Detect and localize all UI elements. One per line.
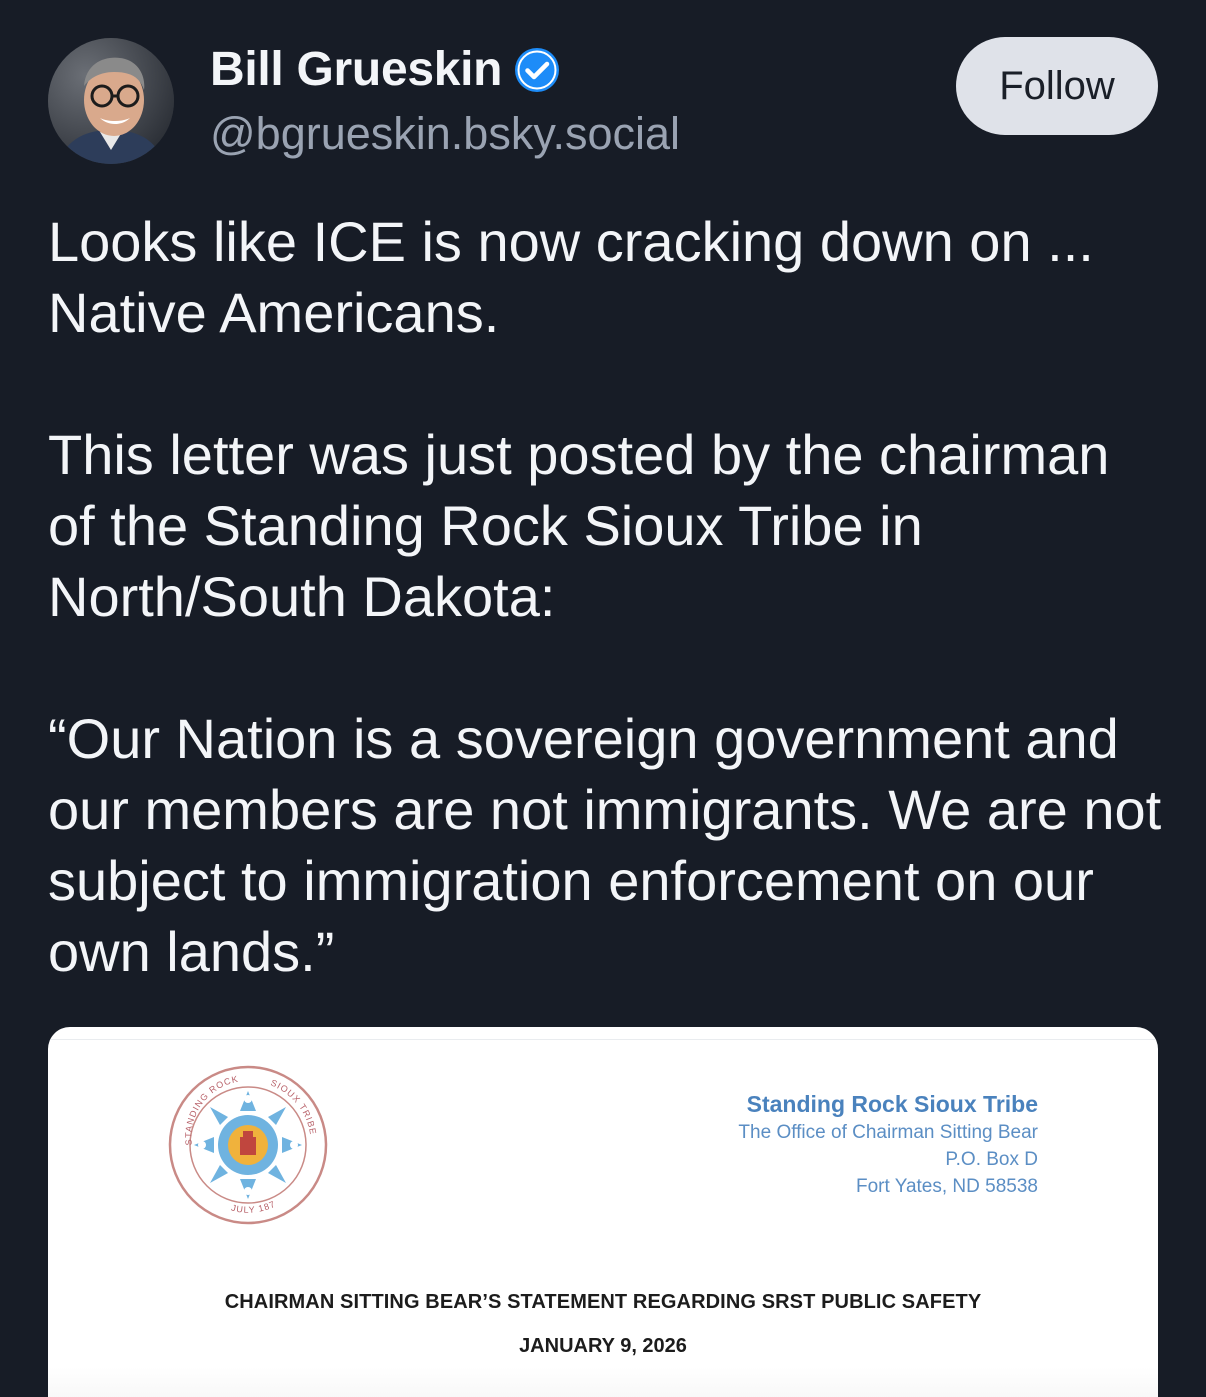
letterhead-org-name: Standing Rock Sioux Tribe [746,1091,1038,1117]
avatar[interactable] [48,38,174,164]
author-name-row[interactable]: Bill Grueskin [210,42,560,97]
tribe-seal-logo: STANDING ROCK SIOUX TRIBE JULY 1873 [166,1063,330,1227]
letterhead-city: Fort Yates, ND 58538 [855,1176,1038,1197]
letter-fade [48,1367,1158,1397]
post-text: Looks like ICE is now cracking down on .… [48,206,1168,987]
statement-date: JANUARY 9, 2026 [519,1335,687,1357]
post: Bill Grueskin @bgrueskin.bsky.social Fol… [0,0,1206,1397]
letterhead: Standing Rock Sioux Tribe The Office of … [738,1089,1038,1200]
author-handle[interactable]: @bgrueskin.bsky.social [210,108,680,160]
letter-image-embed[interactable]: STANDING ROCK SIOUX TRIBE JULY 1873 [48,1027,1158,1397]
post-paragraph-1: Looks like ICE is now cracking down on .… [48,210,1094,344]
letter-border [48,1039,1158,1040]
avatar-image [48,38,174,164]
letterhead-po-box: P.O. Box D [945,1149,1038,1170]
post-paragraph-2: This letter was just posted by the chair… [48,423,1110,628]
author-display-name[interactable]: Bill Grueskin [210,42,502,97]
post-paragraph-3: “Our Nation is a sovereign government an… [48,707,1162,983]
statement-title: CHAIRMAN SITTING BEAR’S STATEMENT REGARD… [224,1291,982,1313]
letterhead-office: The Office of Chairman Sitting Bear [738,1122,1038,1143]
follow-button[interactable]: Follow [956,37,1158,135]
verified-check-icon [514,47,560,93]
